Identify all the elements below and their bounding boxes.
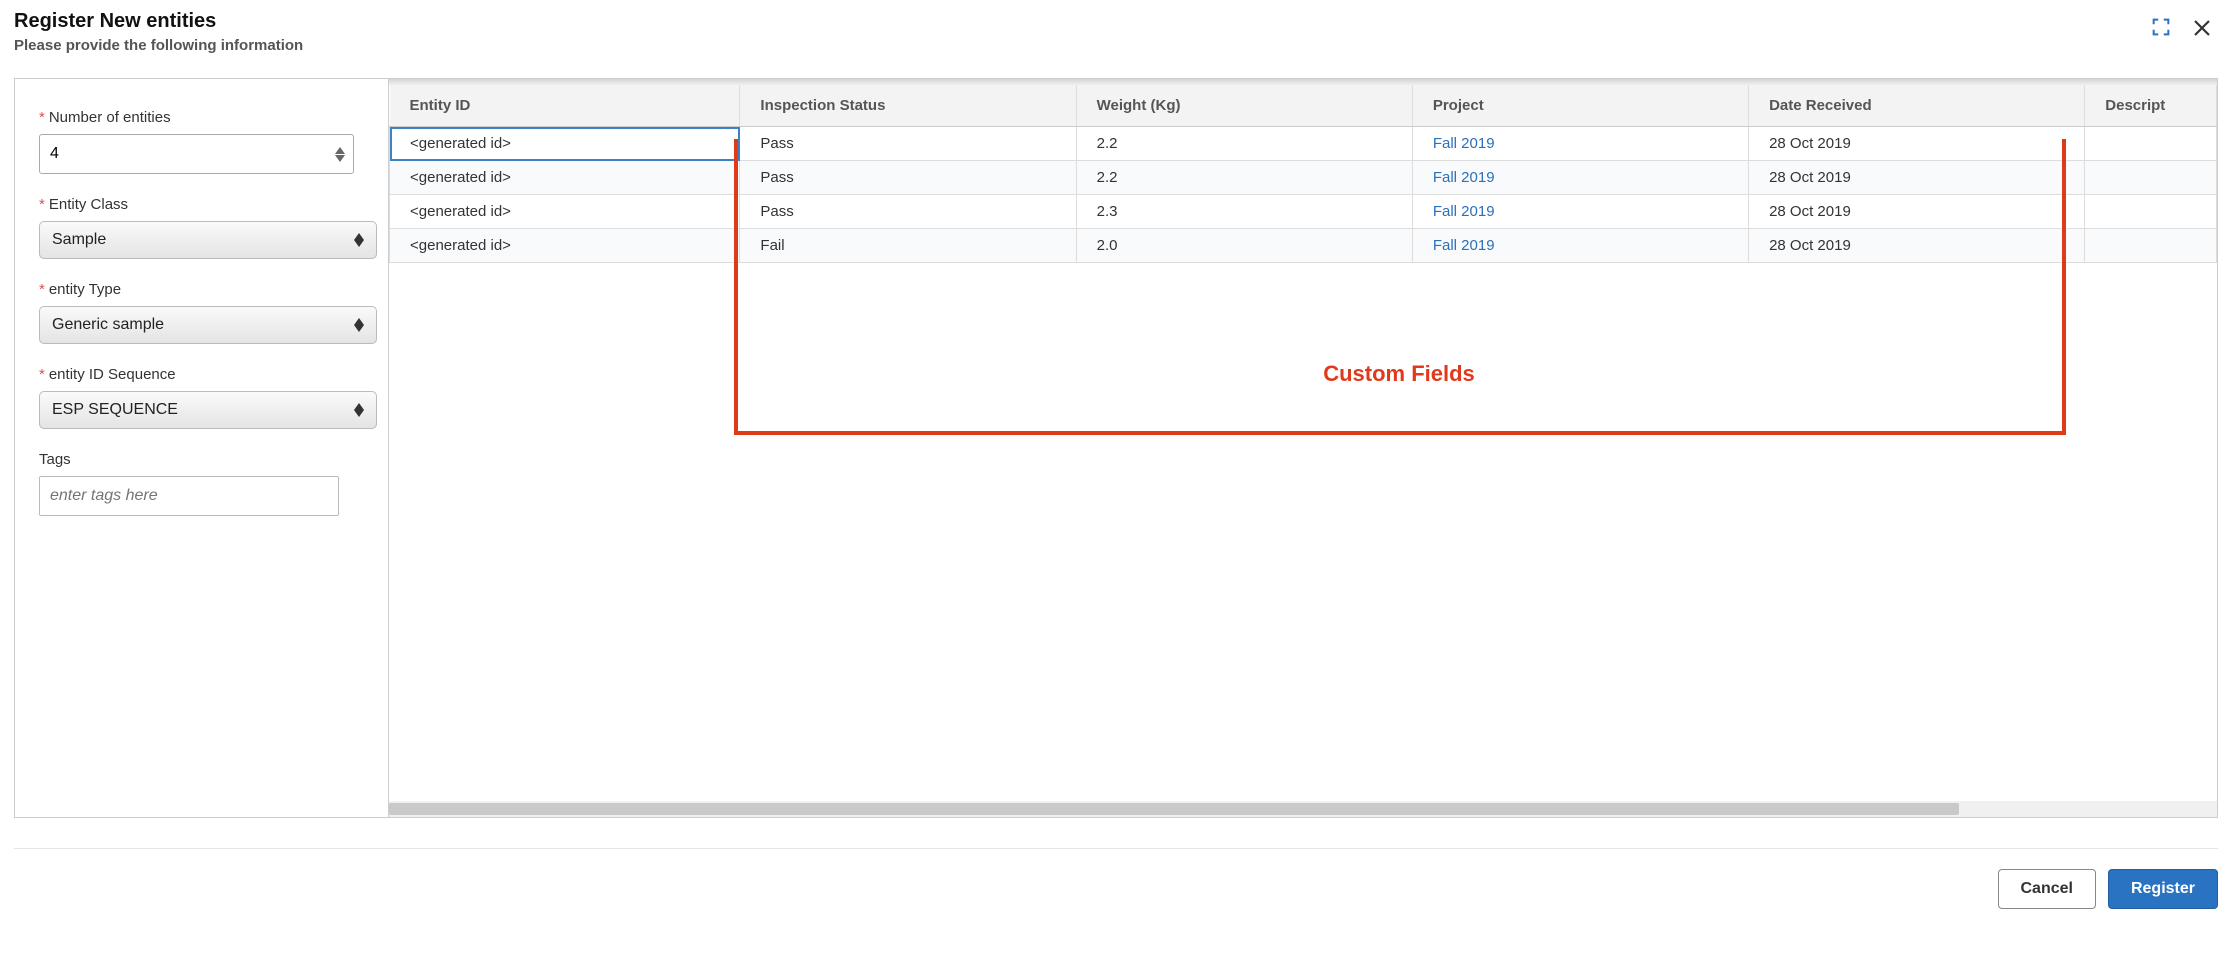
cancel-button[interactable]: Cancel (1998, 869, 2096, 909)
sidebar: *Number of entities *Entity Class Sample (15, 79, 389, 817)
cell-entity-id[interactable]: <generated id> (390, 161, 740, 195)
entity-class-select[interactable]: Sample (39, 221, 377, 259)
table-row[interactable]: <generated id> Pass 2.2 Fall 2019 28 Oct… (390, 127, 2217, 161)
label-entity-type: *entity Type (39, 281, 364, 298)
cell-project[interactable]: Fall 2019 (1412, 161, 1748, 195)
label-entity-class: *Entity Class (39, 196, 364, 213)
cell-inspection-status[interactable]: Pass (740, 127, 1076, 161)
cell-inspection-status[interactable]: Pass (740, 161, 1076, 195)
col-project[interactable]: Project (1412, 85, 1748, 127)
entities-table-area: Entity ID Inspection Status Weight (Kg) … (389, 79, 2217, 817)
label-number-of-entities: *Number of entities (39, 109, 364, 126)
stepper-icon[interactable] (335, 147, 345, 162)
cell-date-received[interactable]: 28 Oct 2019 (1749, 161, 2085, 195)
col-date-received[interactable]: Date Received (1749, 85, 2085, 127)
cell-date-received[interactable]: 28 Oct 2019 (1749, 229, 2085, 263)
chevron-updown-icon (354, 318, 364, 332)
page-subtitle: Please provide the following information (14, 37, 303, 54)
tags-input[interactable] (39, 476, 339, 516)
col-weight[interactable]: Weight (Kg) (1076, 85, 1412, 127)
close-icon[interactable] (2190, 16, 2214, 43)
table-row[interactable]: <generated id> Pass 2.2 Fall 2019 28 Oct… (390, 161, 2217, 195)
label-entity-id-sequence: *entity ID Sequence (39, 366, 364, 383)
cell-entity-id[interactable]: <generated id> (390, 229, 740, 263)
cell-project[interactable]: Fall 2019 (1412, 195, 1748, 229)
cell-description[interactable] (2085, 127, 2217, 161)
cell-entity-id[interactable]: <generated id> (390, 127, 740, 161)
table-row[interactable]: <generated id> Pass 2.3 Fall 2019 28 Oct… (390, 195, 2217, 229)
cell-weight[interactable]: 2.3 (1076, 195, 1412, 229)
cell-project[interactable]: Fall 2019 (1412, 127, 1748, 161)
entity-id-sequence-select[interactable]: ESP SEQUENCE (39, 391, 377, 429)
col-description[interactable]: Descript (2085, 85, 2217, 127)
annotation-custom-fields: Custom Fields (1289, 361, 1509, 387)
register-button[interactable]: Register (2108, 869, 2218, 909)
cell-weight[interactable]: 2.2 (1076, 127, 1412, 161)
cell-inspection-status[interactable]: Fail (740, 229, 1076, 263)
entities-table[interactable]: Entity ID Inspection Status Weight (Kg) … (389, 85, 2217, 263)
col-entity-id[interactable]: Entity ID (390, 85, 740, 127)
cell-weight[interactable]: 2.0 (1076, 229, 1412, 263)
horizontal-scrollbar[interactable] (389, 801, 2217, 817)
cell-date-received[interactable]: 28 Oct 2019 (1749, 195, 2085, 229)
cell-description[interactable] (2085, 195, 2217, 229)
cell-weight[interactable]: 2.2 (1076, 161, 1412, 195)
chevron-updown-icon (354, 403, 364, 417)
expand-icon[interactable] (2150, 16, 2172, 43)
cell-inspection-status[interactable]: Pass (740, 195, 1076, 229)
col-inspection-status[interactable]: Inspection Status (740, 85, 1076, 127)
label-tags: Tags (39, 451, 364, 468)
cell-project[interactable]: Fall 2019 (1412, 229, 1748, 263)
entity-type-select[interactable]: Generic sample (39, 306, 377, 344)
page-title: Register New entities (14, 10, 303, 33)
cell-entity-id[interactable]: <generated id> (390, 195, 740, 229)
number-of-entities-value[interactable] (50, 145, 343, 163)
cell-description[interactable] (2085, 229, 2217, 263)
chevron-updown-icon (354, 233, 364, 247)
table-row[interactable]: <generated id> Fail 2.0 Fall 2019 28 Oct… (390, 229, 2217, 263)
number-of-entities-input[interactable] (39, 134, 354, 174)
cell-description[interactable] (2085, 161, 2217, 195)
cell-date-received[interactable]: 28 Oct 2019 (1749, 127, 2085, 161)
